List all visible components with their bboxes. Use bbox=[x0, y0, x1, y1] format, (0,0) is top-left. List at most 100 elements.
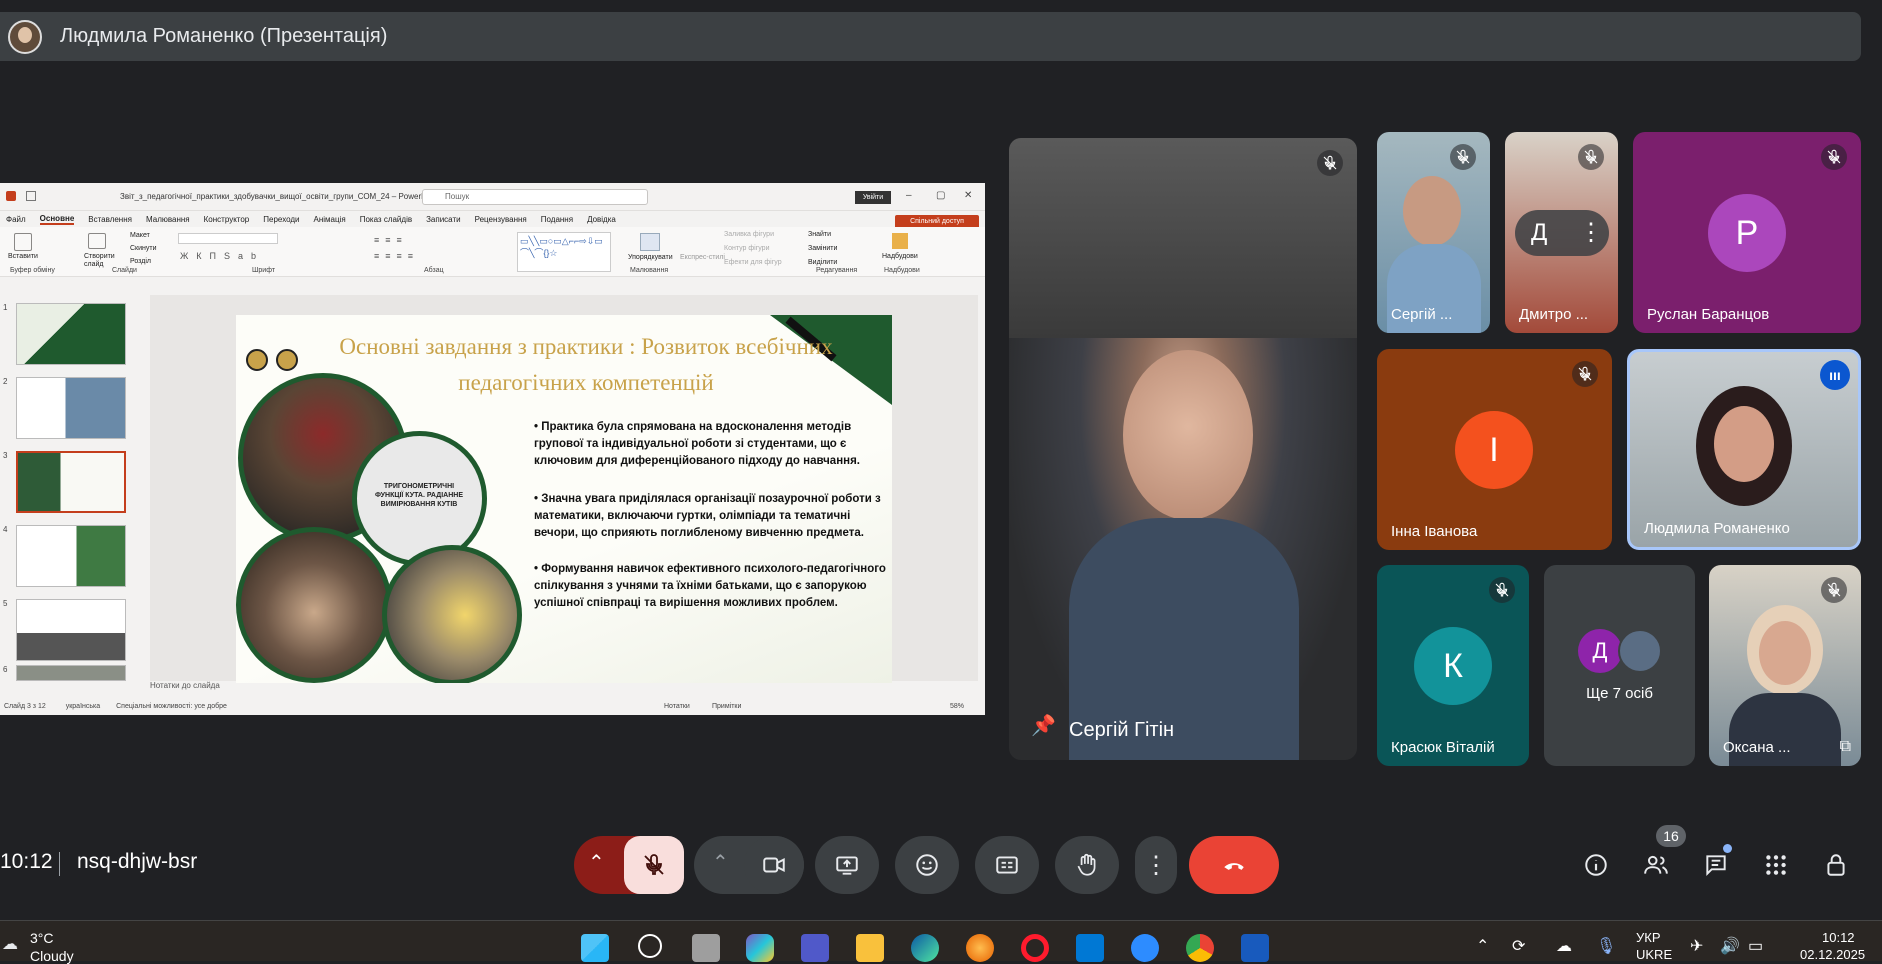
weather-icon[interactable]: ☁ bbox=[2, 934, 18, 954]
raise-hand-button[interactable] bbox=[1055, 836, 1119, 894]
chevron-up-icon[interactable]: ⌃ bbox=[1476, 936, 1489, 956]
minimize-icon[interactable]: – bbox=[906, 190, 912, 201]
layout-button[interactable]: Макет bbox=[130, 232, 150, 239]
paste-icon[interactable] bbox=[14, 233, 32, 251]
outline-button[interactable]: Контур фігури bbox=[724, 245, 769, 252]
video-tile[interactable]: Сергій ... bbox=[1377, 132, 1490, 333]
effects-button[interactable]: Ефекти для фігур bbox=[724, 259, 782, 266]
chevron-up-icon[interactable]: ⌃ bbox=[712, 850, 729, 875]
task-view-icon[interactable] bbox=[692, 934, 720, 962]
cloud-off-icon[interactable]: ☁ bbox=[1556, 936, 1572, 956]
tab-record[interactable]: Записати bbox=[426, 215, 461, 224]
file-explorer-icon[interactable] bbox=[856, 934, 884, 962]
addins-icon[interactable] bbox=[892, 233, 908, 249]
fill-button[interactable]: Заливка фігури bbox=[724, 231, 774, 238]
list-buttons[interactable]: ≡≡≡ bbox=[374, 235, 408, 245]
taskbar-clock[interactable]: 10:12 bbox=[1822, 930, 1855, 945]
opera-icon[interactable] bbox=[1021, 934, 1049, 962]
video-tile[interactable]: Д ⋮ Дмитро ... bbox=[1505, 132, 1618, 333]
save-icon[interactable] bbox=[26, 191, 36, 201]
find-button[interactable]: Знайти bbox=[808, 231, 831, 238]
tab-view[interactable]: Подання bbox=[541, 215, 573, 224]
firefox-icon[interactable] bbox=[966, 934, 994, 962]
more-options-button[interactable]: ⋮ bbox=[1135, 836, 1177, 894]
mic-toggle-button[interactable] bbox=[624, 836, 684, 894]
battery-icon[interactable]: ▭ bbox=[1748, 936, 1763, 956]
chrome-icon[interactable] bbox=[1186, 934, 1214, 962]
tab-slideshow[interactable]: Показ слайдів bbox=[360, 215, 412, 224]
activities-button[interactable] bbox=[1761, 850, 1791, 880]
leave-call-button[interactable] bbox=[1189, 836, 1279, 894]
video-tile[interactable]: Р Руслан Баранцов bbox=[1633, 132, 1861, 333]
replace-button[interactable]: Замінити bbox=[808, 245, 837, 252]
video-tile-speaking[interactable]: ııı Людмила Романенко bbox=[1627, 349, 1861, 550]
notes-button[interactable]: Нотатки bbox=[664, 699, 690, 715]
video-tile[interactable]: К Красюк Віталій bbox=[1377, 565, 1529, 766]
slide-thumbnail[interactable] bbox=[16, 377, 126, 439]
people-button[interactable] bbox=[1641, 850, 1671, 880]
reset-button[interactable]: Скинути bbox=[130, 245, 157, 252]
font-format-buttons[interactable]: ЖКПSab bbox=[180, 251, 264, 261]
taskbar-date[interactable]: 02.12.2025 bbox=[1800, 947, 1865, 962]
captions-button[interactable] bbox=[975, 836, 1039, 894]
new-slide-icon[interactable] bbox=[88, 233, 106, 249]
arrange-icon[interactable] bbox=[640, 233, 660, 251]
camera-toggle-button[interactable] bbox=[744, 836, 804, 894]
video-tile[interactable]: І Інна Іванова bbox=[1377, 349, 1612, 550]
volume-icon[interactable]: 🔊 bbox=[1720, 936, 1740, 956]
language-status[interactable]: українська bbox=[66, 703, 100, 710]
tab-file[interactable]: Файл bbox=[6, 215, 26, 224]
maximize-icon[interactable]: ▢ bbox=[936, 190, 945, 201]
zoom-level[interactable]: 58% bbox=[950, 699, 964, 715]
meeting-details-button[interactable] bbox=[1581, 850, 1611, 880]
host-controls-button[interactable] bbox=[1821, 850, 1851, 880]
windows-start-icon[interactable] bbox=[581, 934, 609, 962]
store-icon[interactable] bbox=[1076, 934, 1104, 962]
video-tile-pinned[interactable]: 📌 Сергій Гітін bbox=[1009, 138, 1357, 760]
pin-icon[interactable]: 📌 bbox=[1031, 713, 1056, 738]
tab-animations[interactable]: Анімація bbox=[314, 215, 346, 224]
video-tile[interactable]: ⧉ Оксана ... bbox=[1709, 565, 1861, 766]
search-icon[interactable] bbox=[638, 934, 662, 958]
input-layout[interactable]: UKRE bbox=[1636, 947, 1672, 962]
font-select[interactable] bbox=[178, 233, 278, 244]
slide-thumbnail[interactable] bbox=[16, 599, 126, 661]
tab-review[interactable]: Рецензування bbox=[475, 215, 527, 224]
slide-thumbnail-active[interactable] bbox=[16, 451, 126, 513]
edge-icon[interactable] bbox=[911, 934, 939, 962]
picture-in-picture-icon[interactable]: ⧉ bbox=[1840, 738, 1851, 756]
tab-home[interactable]: Основне bbox=[39, 214, 75, 225]
comments-button[interactable]: Примітки bbox=[712, 699, 741, 715]
shapes-gallery[interactable]: ▭╲╲▭○▭△⌐⌐⇨⇩▭ ⌒╲⌒{}☆ bbox=[517, 232, 611, 272]
tab-transitions[interactable]: Переходи bbox=[263, 215, 299, 224]
word-icon[interactable] bbox=[1241, 934, 1269, 962]
zoom-icon[interactable] bbox=[1131, 934, 1159, 962]
airplane-icon[interactable]: ✈ bbox=[1690, 936, 1703, 956]
scrollbar[interactable] bbox=[978, 295, 985, 681]
tab-draw[interactable]: Малювання bbox=[146, 215, 190, 224]
input-language[interactable]: УКР bbox=[1636, 930, 1661, 945]
more-participants-tile[interactable]: Д Ще 7 осіб bbox=[1544, 565, 1695, 766]
weather-label[interactable]: Cloudy bbox=[30, 948, 74, 964]
slide-thumbnail[interactable] bbox=[16, 665, 126, 681]
signin-button[interactable]: Увійти bbox=[855, 191, 891, 204]
align-buttons[interactable]: ≡≡≡≡ bbox=[374, 251, 419, 261]
select-button[interactable]: Виділити bbox=[808, 259, 837, 266]
tab-help[interactable]: Довідка bbox=[587, 215, 616, 224]
tile-hover-controls[interactable]: Д ⋮ bbox=[1515, 210, 1609, 256]
chevron-up-icon[interactable]: ⌃ bbox=[588, 850, 605, 875]
present-screen-button[interactable] bbox=[815, 836, 879, 894]
weather-temp[interactable]: 3°C bbox=[30, 930, 54, 946]
slide-thumbnail[interactable] bbox=[16, 525, 126, 587]
section-button[interactable]: Розділ bbox=[130, 258, 151, 265]
tab-design[interactable]: Конструктор bbox=[204, 215, 250, 224]
tab-insert[interactable]: Вставлення bbox=[88, 215, 132, 224]
microphone-icon[interactable]: 🎙 bbox=[1596, 936, 1616, 956]
teams-icon[interactable] bbox=[801, 934, 829, 962]
sync-icon[interactable]: ⟳ bbox=[1512, 936, 1525, 956]
close-icon[interactable]: ✕ bbox=[964, 190, 972, 201]
reactions-button[interactable] bbox=[895, 836, 959, 894]
search-input[interactable]: Пошук bbox=[422, 189, 648, 205]
slide-thumbnail[interactable] bbox=[16, 303, 126, 365]
copilot-icon[interactable] bbox=[746, 934, 774, 962]
